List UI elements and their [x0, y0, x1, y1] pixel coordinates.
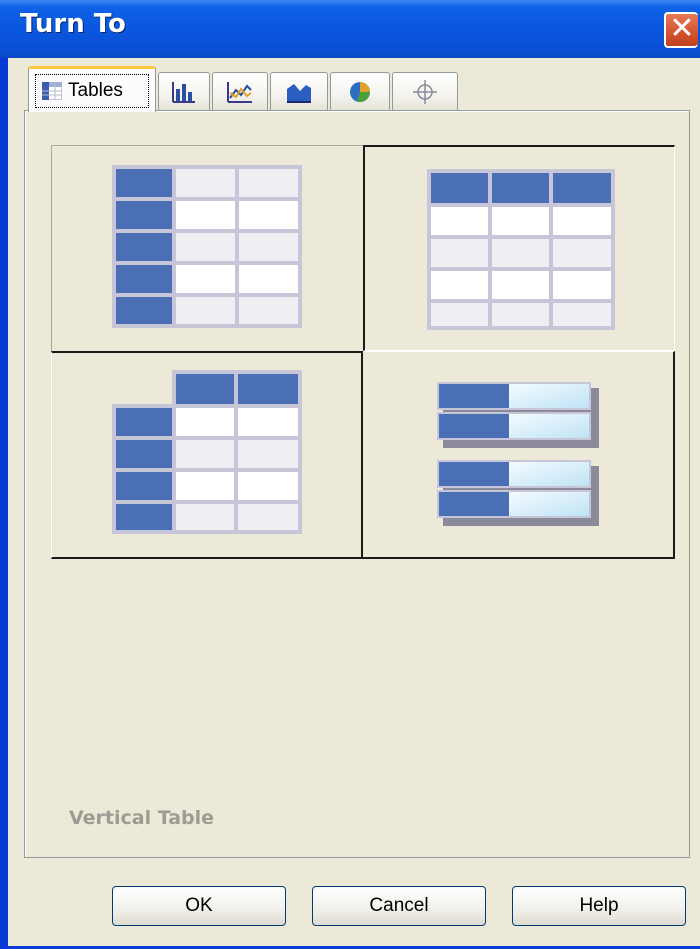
- line-chart-icon: [227, 81, 252, 103]
- title-bar[interactable]: Turn To ✕: [0, 0, 700, 58]
- cancel-button[interactable]: Cancel: [312, 886, 486, 926]
- dialog-title: Turn To: [20, 9, 126, 39]
- tab-tables-label: Tables: [68, 80, 123, 101]
- table-icon: [42, 82, 62, 100]
- tab-pie-charts[interactable]: [330, 72, 390, 110]
- crosshair-icon: [413, 79, 437, 104]
- tab-line-charts[interactable]: [212, 72, 268, 110]
- selection-caption: Vertical Table: [69, 807, 215, 829]
- help-button[interactable]: Help: [512, 886, 686, 926]
- crosstab-table-icon: [112, 370, 302, 534]
- list-table-icon: [437, 382, 599, 526]
- tab-area-charts[interactable]: [270, 72, 328, 110]
- option-horizontal-table[interactable]: [363, 145, 675, 351]
- tab-bar-charts[interactable]: [158, 72, 210, 110]
- close-button[interactable]: ✕: [664, 12, 698, 48]
- option-vertical-table[interactable]: [51, 145, 363, 351]
- tables-panel: Vertical Table: [24, 110, 690, 858]
- tab-tables[interactable]: Tables: [28, 66, 156, 112]
- close-icon: ✕: [669, 11, 695, 46]
- table-style-grid: [51, 145, 675, 559]
- area-chart-icon: [287, 83, 311, 103]
- ok-button[interactable]: OK: [112, 886, 286, 926]
- option-list-table[interactable]: [363, 351, 675, 559]
- tab-strip: Tables: [20, 66, 700, 116]
- option-crosstab-table[interactable]: [51, 351, 363, 559]
- vertical-table-icon: [112, 165, 302, 328]
- bar-chart-icon: [172, 81, 195, 103]
- horizontal-table-icon: [427, 169, 615, 330]
- tab-scatter-charts[interactable]: [392, 72, 458, 110]
- pie-chart-icon: [350, 81, 370, 102]
